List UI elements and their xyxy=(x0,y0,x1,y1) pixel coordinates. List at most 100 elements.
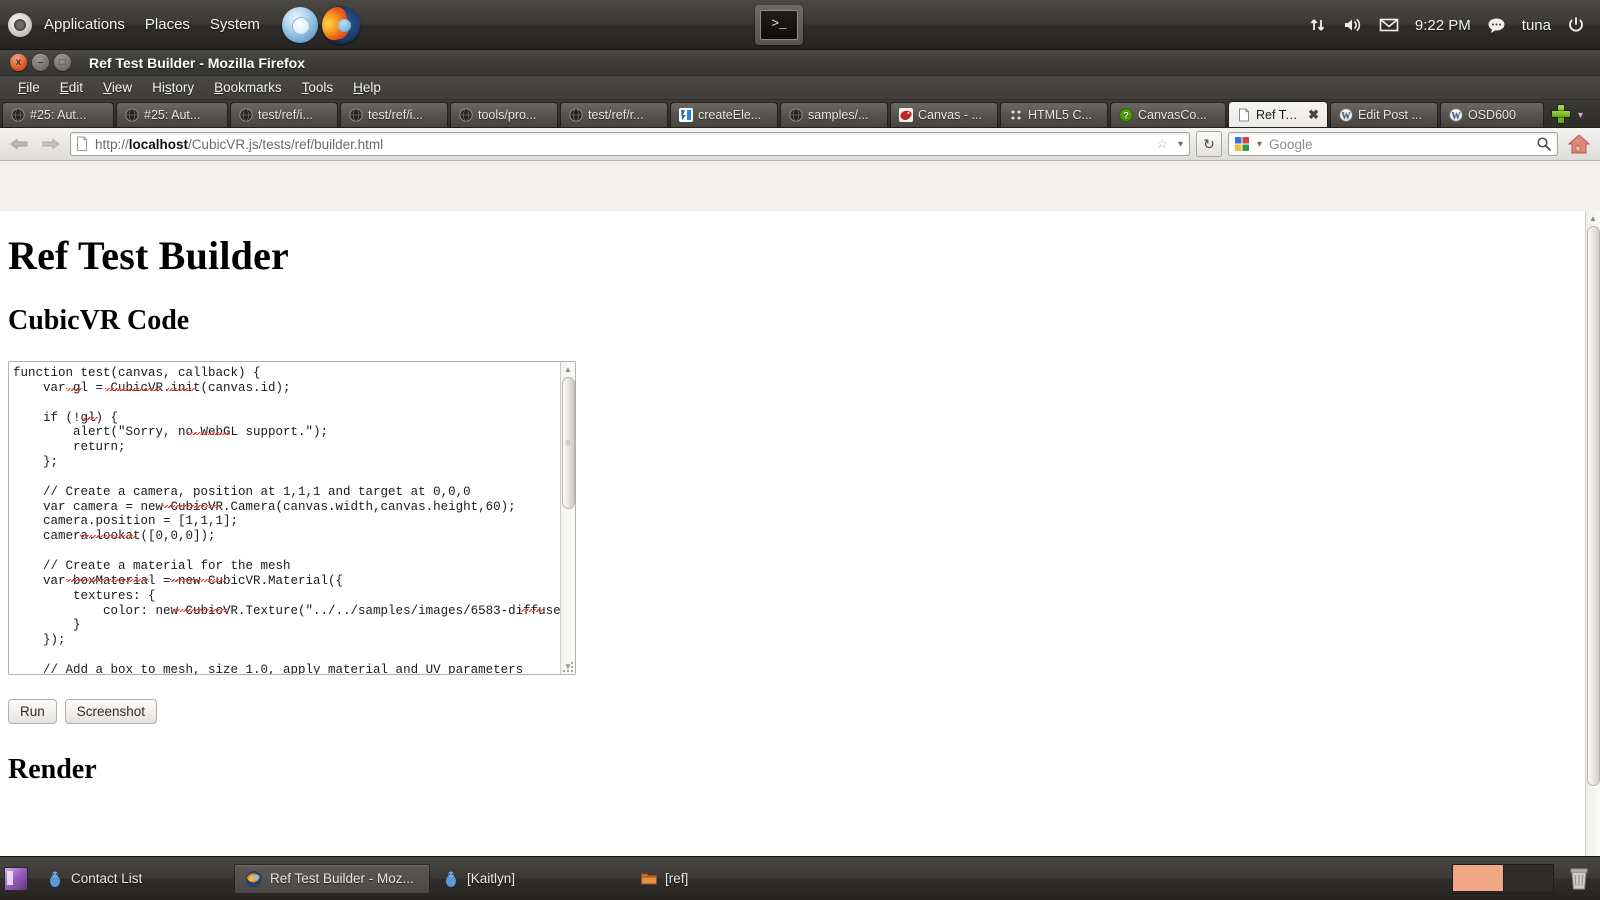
chromium-icon[interactable] xyxy=(281,6,318,43)
power-icon[interactable] xyxy=(1560,12,1592,38)
taskbar-item-contact-list[interactable]: Contact List xyxy=(36,864,232,894)
tab-6[interactable]: createEle... xyxy=(670,102,778,127)
tab-label: test/ref/r... xyxy=(588,108,644,122)
menu-bar: File Edit View History Bookmarks Tools H… xyxy=(0,76,1600,100)
tab-label: Canvas - ... xyxy=(918,108,982,122)
show-desktop-icon[interactable] xyxy=(4,866,28,891)
panel-username[interactable]: tuna xyxy=(1515,13,1558,38)
search-input[interactable]: Google xyxy=(1269,137,1531,152)
tab-2[interactable]: test/ref/i... xyxy=(230,102,338,127)
page-scroll-up-arrow-icon[interactable]: ▲ xyxy=(1586,211,1600,226)
menubar-view[interactable]: View xyxy=(93,78,142,97)
tab-label: Edit Post ... xyxy=(1358,108,1422,122)
scroll-up-arrow-icon[interactable]: ▲ xyxy=(561,362,576,377)
tab-5[interactable]: test/ref/r... xyxy=(560,102,668,127)
tab-label: OSD600 xyxy=(1468,108,1516,122)
tab-13[interactable]: W OSD600 xyxy=(1440,102,1544,127)
tab-close-button[interactable]: ✖ xyxy=(1308,107,1319,123)
globe-dark-icon xyxy=(459,108,473,122)
run-button[interactable]: Run xyxy=(8,699,57,724)
menu-system[interactable]: System xyxy=(202,12,268,37)
taskbar-item-kaitlyn[interactable]: [Kaitlyn] xyxy=(432,864,628,894)
new-tab-button[interactable] xyxy=(1550,103,1572,125)
textarea-resize-grip[interactable] xyxy=(563,662,575,674)
tab-9[interactable]: HTML5 C... xyxy=(1000,102,1108,127)
home-button[interactable] xyxy=(1564,133,1594,155)
magnifier-icon[interactable] xyxy=(1536,136,1552,152)
page-content: Ref Test Builder CubicVR Code function t… xyxy=(0,232,1600,786)
window-title: Ref Test Builder - Mozilla Firefox xyxy=(89,54,305,71)
screenshot-button[interactable]: Screenshot xyxy=(64,699,158,724)
tab-11-active[interactable]: Ref Te... ✖ xyxy=(1228,101,1328,127)
network-transfer-icon[interactable] xyxy=(1302,12,1334,38)
window-close-button[interactable]: x xyxy=(10,54,27,71)
workspace-1[interactable] xyxy=(1453,865,1503,891)
tab-3[interactable]: test/ref/i... xyxy=(340,102,448,127)
window-minimize-glyph: – xyxy=(37,56,44,68)
tab-list-arrow-icon[interactable]: ▾ xyxy=(1578,110,1583,121)
ubuntu-logo-icon[interactable] xyxy=(8,12,32,37)
tab-12[interactable]: W Edit Post ... xyxy=(1330,102,1438,127)
url-prefix: http:// xyxy=(95,136,129,152)
taskbar-item-ref-folder[interactable]: [ref] xyxy=(630,864,826,894)
tab-1[interactable]: #25: Aut... xyxy=(116,102,228,127)
globe-dark-icon xyxy=(569,108,583,122)
page-scrollbar-thumb[interactable] xyxy=(1586,226,1600,786)
folder-icon xyxy=(641,873,657,884)
page-title: Ref Test Builder xyxy=(8,233,289,278)
search-bar[interactable]: ▾ Google xyxy=(1228,132,1558,156)
taskbar-item-label: [ref] xyxy=(665,871,689,886)
workspace-2[interactable] xyxy=(1503,865,1553,891)
firefox-icon[interactable] xyxy=(321,5,360,44)
menubar-help[interactable]: Help xyxy=(343,78,391,97)
menubar-history[interactable]: History xyxy=(142,78,204,97)
code-scrollbar-track[interactable] xyxy=(561,377,576,659)
trash-icon[interactable] xyxy=(1564,863,1594,893)
taskbar-item-label: Contact List xyxy=(71,871,143,886)
chat-bubble-icon[interactable] xyxy=(1480,13,1513,38)
workspace-switcher[interactable] xyxy=(1452,864,1554,894)
window-minimize-button[interactable]: – xyxy=(32,54,49,71)
tab-8[interactable]: Canvas - ... xyxy=(890,102,998,127)
menubar-tools[interactable]: Tools xyxy=(292,78,344,97)
globe-dark-icon xyxy=(11,108,25,122)
dots-icon xyxy=(1011,110,1021,120)
code-textarea[interactable]: function test(canvas, callback) { var gl… xyxy=(8,361,576,675)
terminal-glyph: >_ xyxy=(760,10,798,40)
code-scrollbar-thumb[interactable] xyxy=(561,377,575,509)
reload-button[interactable]: ↻ xyxy=(1196,131,1222,157)
wordpress-icon: W xyxy=(1449,108,1463,122)
menu-places[interactable]: Places xyxy=(137,12,198,37)
menubar-file[interactable]: File xyxy=(8,78,50,97)
firefox-icon xyxy=(246,870,262,887)
page-scrollbar-track[interactable] xyxy=(1586,226,1600,891)
window-maximize-button[interactable]: □ xyxy=(54,54,71,71)
tab-4[interactable]: tools/pro... xyxy=(450,102,558,127)
back-arrow-icon[interactable] xyxy=(6,131,32,157)
menu-applications[interactable]: Applications xyxy=(36,12,133,37)
url-host: localhost xyxy=(128,136,189,152)
window-close-glyph: x xyxy=(15,56,22,68)
page-scrollbar[interactable]: ▲ ▼ xyxy=(1585,211,1600,900)
taskbar-item-firefox[interactable]: Ref Test Builder - Moz... xyxy=(234,863,430,894)
green-question-icon: ? xyxy=(1119,108,1133,122)
search-engine-dropmarker-icon[interactable]: ▾ xyxy=(1255,139,1264,150)
menubar-bookmarks[interactable]: Bookmarks xyxy=(204,78,292,97)
menubar-edit[interactable]: Edit xyxy=(50,78,93,97)
tab-7[interactable]: samples/... xyxy=(780,102,888,127)
terminal-window-icon[interactable]: >_ xyxy=(755,5,803,45)
mail-icon[interactable] xyxy=(1372,13,1406,37)
action-buttons: Run Screenshot xyxy=(8,699,1592,724)
forward-arrow-icon[interactable] xyxy=(38,131,64,157)
bookmark-star-icon[interactable]: ☆ xyxy=(1154,136,1170,152)
urlbar-dropmarker-icon[interactable]: ▾ xyxy=(1176,139,1185,150)
volume-icon[interactable] xyxy=(1336,12,1370,38)
section-heading-cubicvr-code: CubicVR Code xyxy=(8,305,190,336)
tab-10[interactable]: ? CanvasCo... xyxy=(1110,102,1226,127)
tab-label: test/ref/i... xyxy=(258,108,313,122)
url-bar[interactable]: http://localhost/CubicVR.js/tests/ref/bu… xyxy=(70,132,1190,156)
panel-clock[interactable]: 9:22 PM xyxy=(1408,13,1478,38)
tab-0[interactable]: #25: Aut... xyxy=(2,102,114,127)
code-scrollbar[interactable]: ▲ ▼ xyxy=(560,362,575,674)
tab-label: createEle... xyxy=(698,108,762,122)
